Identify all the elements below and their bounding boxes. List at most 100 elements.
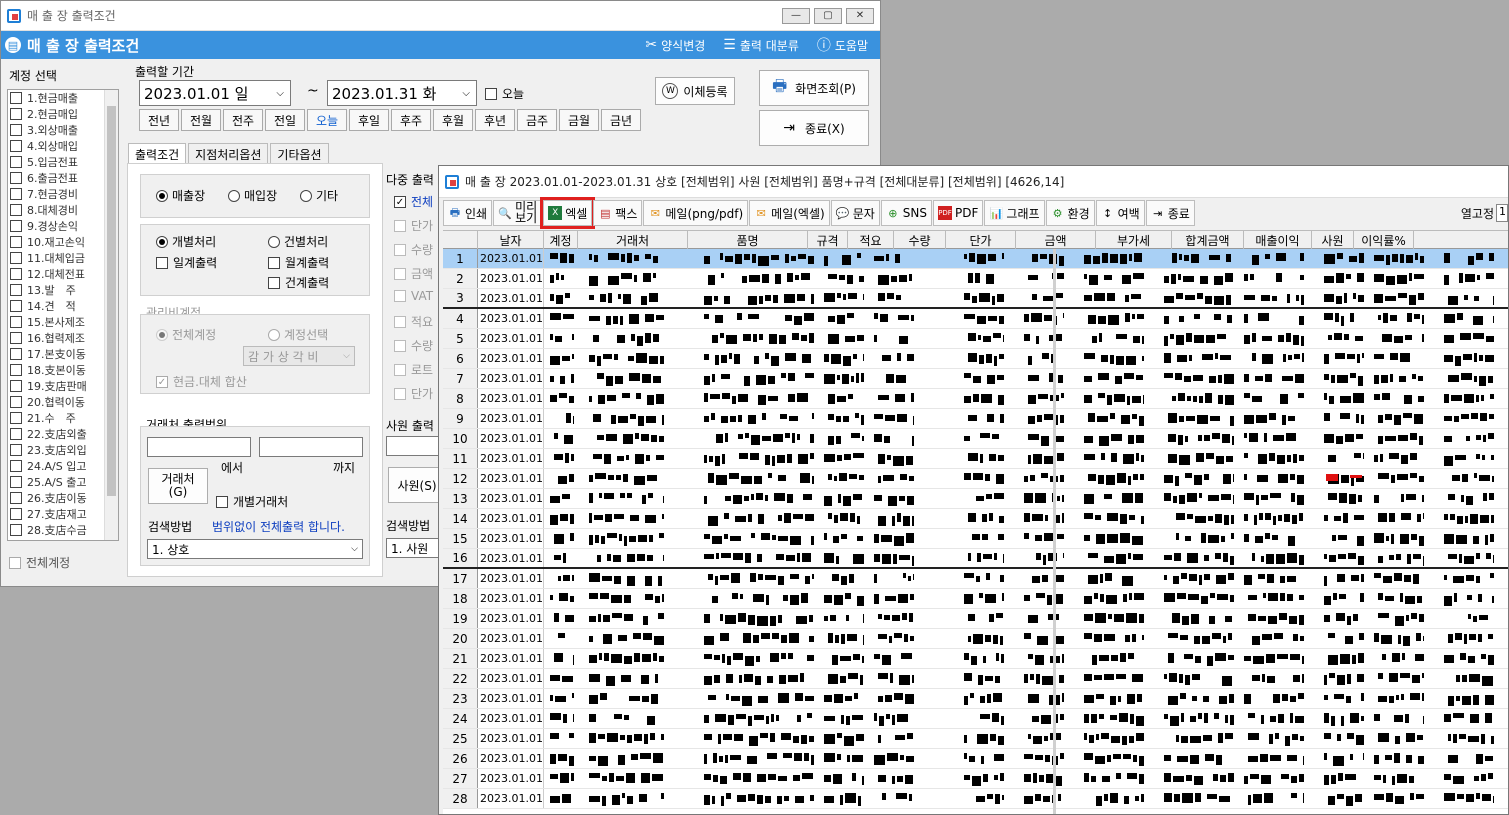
start-date-picker[interactable]: 2023.01.01 일 ⌵ bbox=[139, 80, 291, 106]
monthly-total-check[interactable]: 월계출력 bbox=[266, 254, 329, 271]
account-item[interactable]: 4.외상매입 bbox=[8, 138, 118, 154]
account-item[interactable]: 21.수 주 bbox=[8, 410, 118, 426]
account-list[interactable]: 1.현금매출 2.현금매입 3.외상매출 4.외상매입 5.입금전표 6.출금전표 7.현금… bbox=[7, 89, 119, 541]
account-select-radio[interactable]: 계정선택 bbox=[268, 326, 328, 343]
excel-button[interactable]: X 엑셀 bbox=[540, 197, 596, 229]
column-header[interactable]: 이익률% bbox=[1354, 231, 1414, 249]
period-button[interactable]: 후년 bbox=[475, 109, 515, 131]
client-to-input[interactable] bbox=[259, 437, 363, 457]
checkbox[interactable] bbox=[10, 220, 22, 232]
multi-output-item[interactable]: 단가 bbox=[392, 385, 433, 402]
freeze-column-input[interactable]: 1 bbox=[1496, 204, 1508, 222]
exit-report-button[interactable]: ⇥ 종료 bbox=[1145, 200, 1195, 226]
fax-button[interactable]: ▤ 팩스 bbox=[593, 200, 643, 226]
table-row[interactable]: 15 2023.01.01 bbox=[443, 529, 1508, 549]
account-item[interactable]: 20.협력이동 bbox=[8, 394, 118, 410]
maximize-button[interactable]: ▢ bbox=[814, 7, 842, 24]
checkbox[interactable] bbox=[10, 396, 22, 408]
column-header[interactable]: 수량 bbox=[894, 231, 946, 249]
employee-from-input[interactable] bbox=[386, 436, 446, 456]
table-row[interactable]: 18 2023.01.01 bbox=[443, 589, 1508, 609]
period-button[interactable]: 금주 bbox=[517, 109, 557, 131]
checkbox[interactable] bbox=[10, 140, 22, 152]
multi-output-item[interactable]: VAT bbox=[392, 289, 433, 303]
column-header[interactable]: 규격 bbox=[808, 231, 848, 249]
column-header[interactable]: 부가세 bbox=[1096, 231, 1172, 249]
client-from-input[interactable] bbox=[147, 437, 251, 457]
per-item-total-check[interactable]: 건계출력 bbox=[266, 274, 329, 291]
column-header[interactable]: 단가 bbox=[946, 231, 1016, 249]
column-header[interactable]: 계정 bbox=[544, 231, 578, 249]
account-item[interactable]: 8.대체경비 bbox=[8, 202, 118, 218]
mail-png-pdf-button[interactable]: ✉ 메일(png/pdf) bbox=[643, 200, 749, 226]
mail-excel-button[interactable]: ✉ 메일(엑셀) bbox=[749, 200, 830, 226]
account-item[interactable]: 26.支店이동 bbox=[8, 490, 118, 506]
checkbox[interactable] bbox=[10, 492, 22, 504]
table-row[interactable]: 23 2023.01.01 bbox=[443, 689, 1508, 709]
account-item[interactable]: 28.支店수금 bbox=[8, 522, 118, 538]
individual-processing-radio[interactable]: 개별처리 bbox=[156, 233, 216, 250]
table-row[interactable]: 24 2023.01.01 bbox=[443, 709, 1508, 729]
checkbox[interactable] bbox=[10, 92, 22, 104]
margin-button[interactable]: ↕ 여백 bbox=[1095, 200, 1145, 226]
period-button[interactable]: 금년 bbox=[601, 109, 641, 131]
table-row[interactable]: 8 2023.01.01 bbox=[443, 389, 1508, 409]
account-item[interactable]: 18.支본이동 bbox=[8, 362, 118, 378]
tab-output-conditions[interactable]: 출력조건 bbox=[128, 143, 187, 164]
table-row[interactable]: 16 2023.01.01 bbox=[443, 549, 1508, 569]
checkbox[interactable] bbox=[10, 204, 22, 216]
preview-button[interactable]: 🔍 미리 보기 bbox=[493, 200, 543, 226]
column-header[interactable]: 매출이익 bbox=[1244, 231, 1312, 249]
account-item[interactable]: 7.현금경비 bbox=[8, 186, 118, 202]
screen-view-button[interactable]: 🖶 화면조회(P) bbox=[759, 70, 869, 106]
checkbox[interactable] bbox=[10, 316, 22, 328]
today-check[interactable]: 오늘 bbox=[483, 85, 524, 102]
sms-button[interactable]: 💬 문자 bbox=[830, 200, 880, 226]
checkbox[interactable] bbox=[10, 460, 22, 472]
checkbox[interactable] bbox=[10, 188, 22, 200]
end-date-picker[interactable]: 2023.01.31 화 ⌵ bbox=[327, 80, 477, 106]
table-row[interactable]: 4 2023.01.01 bbox=[443, 309, 1508, 329]
account-item[interactable]: 17.본支이동 bbox=[8, 346, 118, 362]
column-header[interactable]: 품명 bbox=[688, 231, 808, 249]
checkbox[interactable] bbox=[10, 508, 22, 520]
ledger-grid[interactable]: 날자 계정 거래처 품명 규격 적요 수량 단가 금액 부가세 합계금액 매출이익 사원 이익률% 1 20… bbox=[443, 230, 1508, 814]
table-row[interactable]: 7 2023.01.01 bbox=[443, 369, 1508, 389]
all-accounts-radio[interactable]: 전체계정 bbox=[156, 326, 216, 343]
table-row[interactable]: 19 2023.01.01 bbox=[443, 609, 1508, 629]
period-button[interactable]: 전월 bbox=[181, 109, 221, 131]
checkbox[interactable] bbox=[10, 156, 22, 168]
transfer-register-button[interactable]: W 이체등록 bbox=[655, 77, 735, 105]
checkbox[interactable] bbox=[10, 236, 22, 248]
minimize-button[interactable]: — bbox=[782, 7, 810, 24]
table-row[interactable]: 14 2023.01.01 bbox=[443, 509, 1508, 529]
table-row[interactable]: 25 2023.01.01 bbox=[443, 729, 1508, 749]
account-item[interactable]: 16.협력제조 bbox=[8, 330, 118, 346]
account-item[interactable]: 11.대체입금 bbox=[8, 250, 118, 266]
column-header[interactable]: 적요 bbox=[848, 231, 894, 249]
period-button[interactable]: 후주 bbox=[391, 109, 431, 131]
period-button[interactable]: 전주 bbox=[223, 109, 263, 131]
pdf-button[interactable]: PDF PDF bbox=[933, 200, 984, 226]
table-row[interactable]: 28 2023.01.01 bbox=[443, 789, 1508, 809]
column-header[interactable]: 사원 bbox=[1312, 231, 1354, 249]
table-row[interactable]: 9 2023.01.01 bbox=[443, 409, 1508, 429]
checkbox[interactable] bbox=[10, 172, 22, 184]
table-row[interactable]: 11 2023.01.01 bbox=[443, 449, 1508, 469]
account-item[interactable]: 6.출금전표 bbox=[8, 170, 118, 186]
graph-button[interactable]: 📊 그래프 bbox=[984, 200, 1045, 226]
table-row[interactable]: 20 2023.01.01 bbox=[443, 629, 1508, 649]
period-button[interactable]: 오늘 bbox=[307, 109, 347, 131]
table-row[interactable]: 27 2023.01.01 bbox=[443, 769, 1508, 789]
mgmt-account-combo[interactable]: 감 가 상 각 비 ⌵ bbox=[243, 346, 355, 366]
account-item[interactable]: 27.支店재고 bbox=[8, 506, 118, 522]
table-row[interactable]: 13 2023.01.01 bbox=[443, 489, 1508, 509]
tab-other-options[interactable]: 기타옵션 bbox=[270, 143, 329, 165]
sales-ledger-radio[interactable]: 매출장 bbox=[156, 187, 205, 204]
employee-search-combo[interactable]: 1. 사원 bbox=[386, 538, 446, 558]
checkbox[interactable] bbox=[10, 412, 22, 424]
settings-button[interactable]: ⚙ 환경 bbox=[1045, 200, 1095, 226]
daily-total-check[interactable]: 일계출력 bbox=[154, 254, 217, 271]
checkbox[interactable] bbox=[10, 364, 22, 376]
table-row[interactable]: 6 2023.01.01 bbox=[443, 349, 1508, 369]
